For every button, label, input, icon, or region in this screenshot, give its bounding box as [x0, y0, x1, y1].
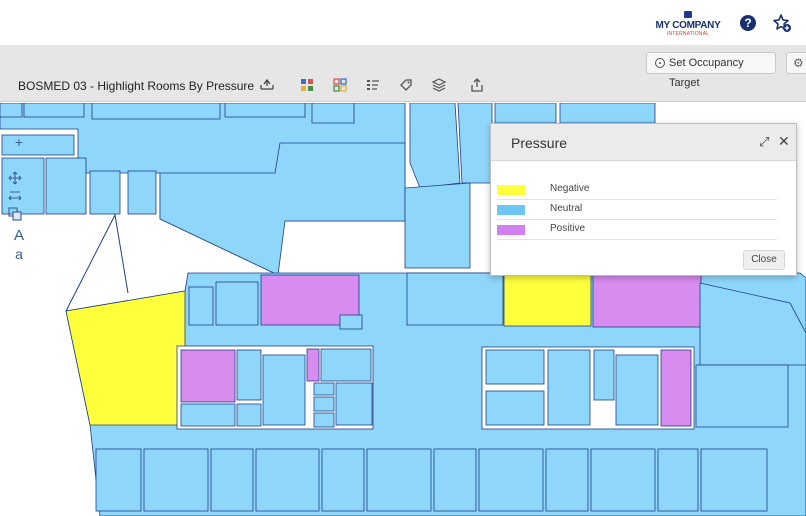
room	[657, 448, 699, 512]
company-logo: MY COMPANY INTERNATIONAL	[652, 11, 724, 37]
legend-item-negative: Negative	[497, 180, 777, 200]
room	[366, 448, 432, 512]
room	[127, 170, 157, 215]
room	[320, 348, 372, 382]
text-large-icon[interactable]: A	[8, 227, 30, 245]
legend-label: Negative	[550, 183, 590, 194]
room	[485, 349, 545, 385]
room	[590, 448, 656, 512]
text-small-icon[interactable]: a	[8, 245, 30, 263]
room	[180, 403, 236, 427]
room	[695, 364, 789, 428]
room	[313, 412, 335, 428]
view-toolbar: Set Occupancy Target ⚙ BOSMED 03 - Highl…	[0, 46, 806, 102]
zoom-in-icon[interactable]: +	[8, 133, 30, 151]
room	[593, 349, 615, 401]
room	[485, 390, 545, 426]
room	[547, 349, 591, 426]
room	[494, 103, 557, 124]
legend-swatch	[497, 205, 525, 215]
room	[143, 448, 209, 512]
room	[433, 448, 477, 512]
room	[255, 448, 320, 512]
room	[615, 354, 659, 426]
tag-icon[interactable]	[398, 77, 414, 93]
room	[215, 281, 259, 326]
legend-item-neutral: Neutral	[497, 200, 777, 220]
set-occupancy-target-button[interactable]: Set Occupancy Target	[646, 52, 776, 89]
room-positive-small	[306, 348, 320, 382]
room-positive-core	[180, 349, 236, 403]
logo-mark-icon	[684, 11, 692, 18]
room	[224, 103, 306, 118]
room	[313, 396, 335, 412]
expand-icon[interactable]: ⤢	[759, 134, 769, 150]
room	[409, 103, 461, 189]
legend-item-positive: Positive	[497, 220, 777, 240]
room	[478, 448, 544, 512]
room-negative-west	[65, 290, 186, 426]
room	[262, 354, 306, 426]
room-positive-east	[592, 274, 702, 328]
room	[89, 170, 121, 215]
legend-header: Pressure ⤢ ✕	[491, 124, 796, 161]
room	[188, 286, 214, 326]
pan-icon[interactable]	[8, 171, 30, 189]
room	[339, 314, 363, 330]
room	[404, 182, 471, 269]
color-grid-outline-icon[interactable]	[332, 77, 348, 93]
room	[321, 448, 365, 512]
room	[313, 382, 335, 396]
room	[236, 349, 262, 401]
view-title: BOSMED 03 - Highlight Rooms By Pressure	[18, 79, 255, 93]
legend-swatch	[497, 225, 525, 235]
legend-label: Neutral	[550, 203, 583, 214]
legend-label: Positive	[550, 223, 586, 234]
measure-icon[interactable]	[8, 189, 30, 207]
logo-sub-text: INTERNATIONAL	[666, 31, 710, 37]
occupancy-target-label: Set Occupancy Target	[669, 57, 744, 89]
target-icon	[655, 58, 665, 68]
select-icon[interactable]	[8, 207, 30, 225]
share-icon[interactable]	[469, 77, 485, 93]
room-negative-east	[503, 272, 592, 327]
legend-list-icon[interactable]	[365, 77, 381, 93]
room	[0, 103, 23, 118]
top-bar: MY COMPANY INTERNATIONAL ?	[0, 0, 806, 46]
room	[545, 448, 589, 512]
room-positive-core-east	[660, 349, 692, 427]
room	[559, 103, 656, 124]
pressure-legend-panel: Pressure ⤢ ✕ Negative Neutral Positive C…	[490, 123, 797, 276]
room	[91, 103, 221, 120]
room	[45, 157, 87, 215]
settings-button[interactable]: ⚙	[786, 52, 806, 74]
legend-title: Pressure	[511, 135, 568, 151]
color-grid-icon[interactable]	[299, 77, 315, 93]
room	[311, 103, 355, 124]
outer-wall	[65, 213, 129, 312]
room	[95, 448, 142, 512]
room	[406, 272, 504, 326]
room	[210, 448, 254, 512]
help-icon[interactable]: ?	[740, 15, 756, 31]
room	[236, 403, 262, 427]
logo-main-text: MY COMPANY	[655, 20, 721, 31]
room	[700, 448, 768, 512]
room	[335, 382, 373, 426]
room	[457, 103, 493, 184]
room	[23, 103, 85, 118]
layers-icon[interactable]	[431, 77, 447, 93]
favorite-star-icon[interactable]	[772, 13, 792, 33]
close-icon[interactable]: ✕	[778, 133, 790, 150]
legend-swatch	[497, 185, 525, 195]
close-button[interactable]: Close	[743, 250, 785, 270]
scale-icon[interactable]	[259, 77, 275, 93]
